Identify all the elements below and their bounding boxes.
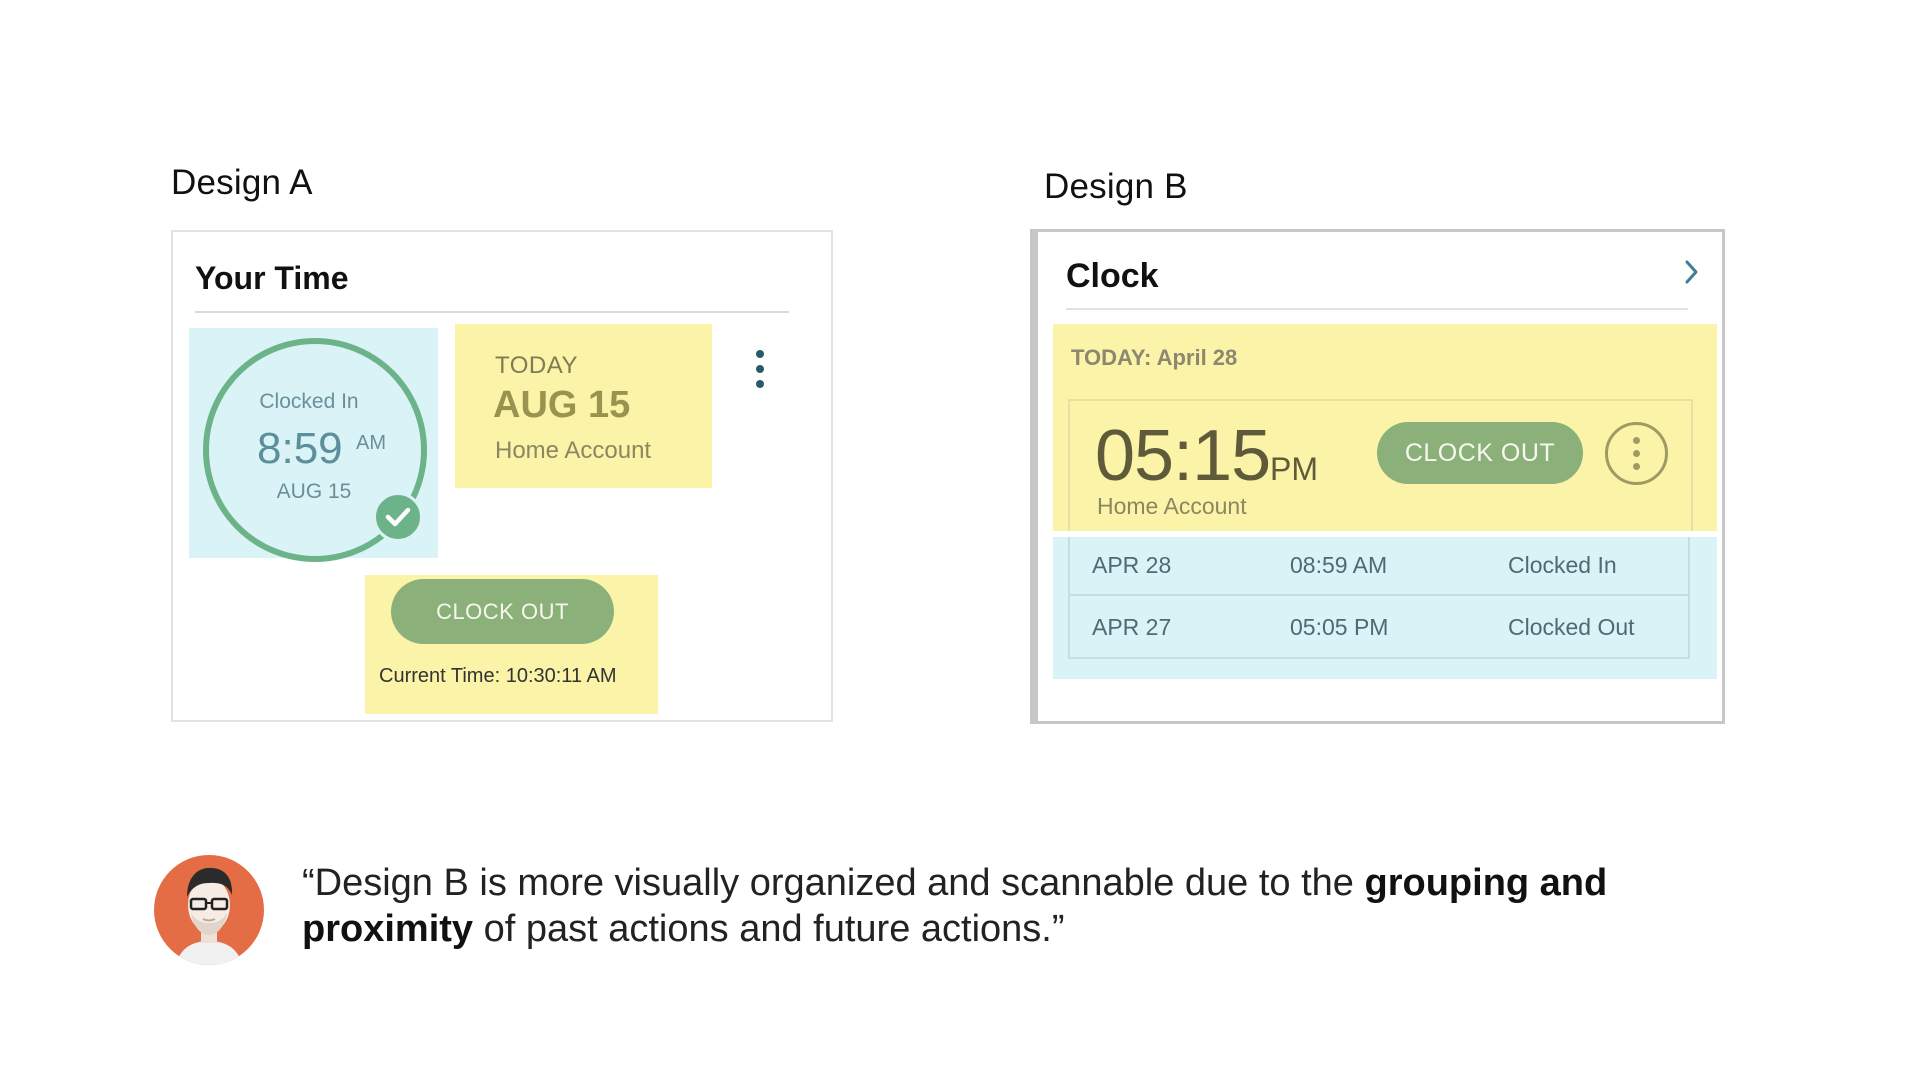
today-date: AUG 15 xyxy=(493,384,631,426)
clock-status: Clocked In xyxy=(259,390,359,413)
history-date: APR 27 xyxy=(1092,614,1172,640)
table-row[interactable]: APR 28 08:59 AM Clocked In xyxy=(1070,537,1688,596)
current-ampm: PM xyxy=(1270,451,1318,487)
quote-text-end: of past actions and future actions.” xyxy=(473,908,1065,950)
today-zone: TODAY: April 28 05:15 PM Home Account CL… xyxy=(1053,324,1717,531)
today-label: TODAY xyxy=(495,352,578,379)
history-zone: APR 28 08:59 AM Clocked In APR 27 05:05 … xyxy=(1053,537,1717,679)
table-row[interactable]: APR 27 05:05 PM Clocked Out xyxy=(1070,598,1688,657)
history-table: APR 28 08:59 AM Clocked In APR 27 05:05 … xyxy=(1068,537,1690,659)
clock-in-ampm: AM xyxy=(356,432,386,454)
current-time: Current Time: 10:30:11 AM xyxy=(379,665,617,687)
history-time: 05:05 PM xyxy=(1290,614,1389,640)
quote-text: “Design B is more visually organized and… xyxy=(302,862,1365,904)
chevron-right-icon[interactable] xyxy=(1682,257,1702,287)
history-date: APR 28 xyxy=(1092,552,1172,578)
card-title: Clock xyxy=(1066,257,1159,295)
user-avatar xyxy=(154,855,264,965)
design-a-label: Design A xyxy=(171,163,313,202)
divider xyxy=(195,311,789,313)
history-status: Clocked Out xyxy=(1508,614,1635,640)
design-b-card: Clock TODAY: April 28 05:15 PM Home Acco… xyxy=(1030,229,1725,724)
testimonial-quote: “Design B is more visually organized and… xyxy=(302,860,1722,952)
card-title: Your Time xyxy=(195,260,349,296)
account-name: Home Account xyxy=(495,437,652,464)
history-status: Clocked In xyxy=(1508,552,1617,578)
today-label: TODAY: April 28 xyxy=(1071,345,1238,370)
history-time: 08:59 AM xyxy=(1290,552,1388,578)
design-b-label: Design B xyxy=(1044,167,1188,206)
more-vertical-icon[interactable] xyxy=(1605,422,1668,485)
more-vertical-icon[interactable] xyxy=(753,350,767,394)
divider xyxy=(1066,308,1688,310)
current-session: 05:15 PM Home Account CLOCK OUT xyxy=(1068,399,1693,531)
clock-in-time: 8:59 xyxy=(257,424,343,473)
clock-out-zone: CLOCK OUT Current Time: 10:30:11 AM xyxy=(365,575,658,714)
account-name: Home Account xyxy=(1097,493,1247,519)
clock-out-button[interactable]: CLOCK OUT xyxy=(391,579,614,644)
today-zone: TODAY AUG 15 Home Account xyxy=(455,324,712,488)
current-time: 05:15 xyxy=(1095,416,1271,496)
clock-in-zone: Clocked In 8:59 AM AUG 15 xyxy=(189,328,438,562)
design-a-card: Your Time Clocked In 8:59 AM AUG 15 TODA… xyxy=(171,230,833,722)
check-icon xyxy=(373,492,423,542)
clock-out-button[interactable]: CLOCK OUT xyxy=(1377,422,1583,484)
